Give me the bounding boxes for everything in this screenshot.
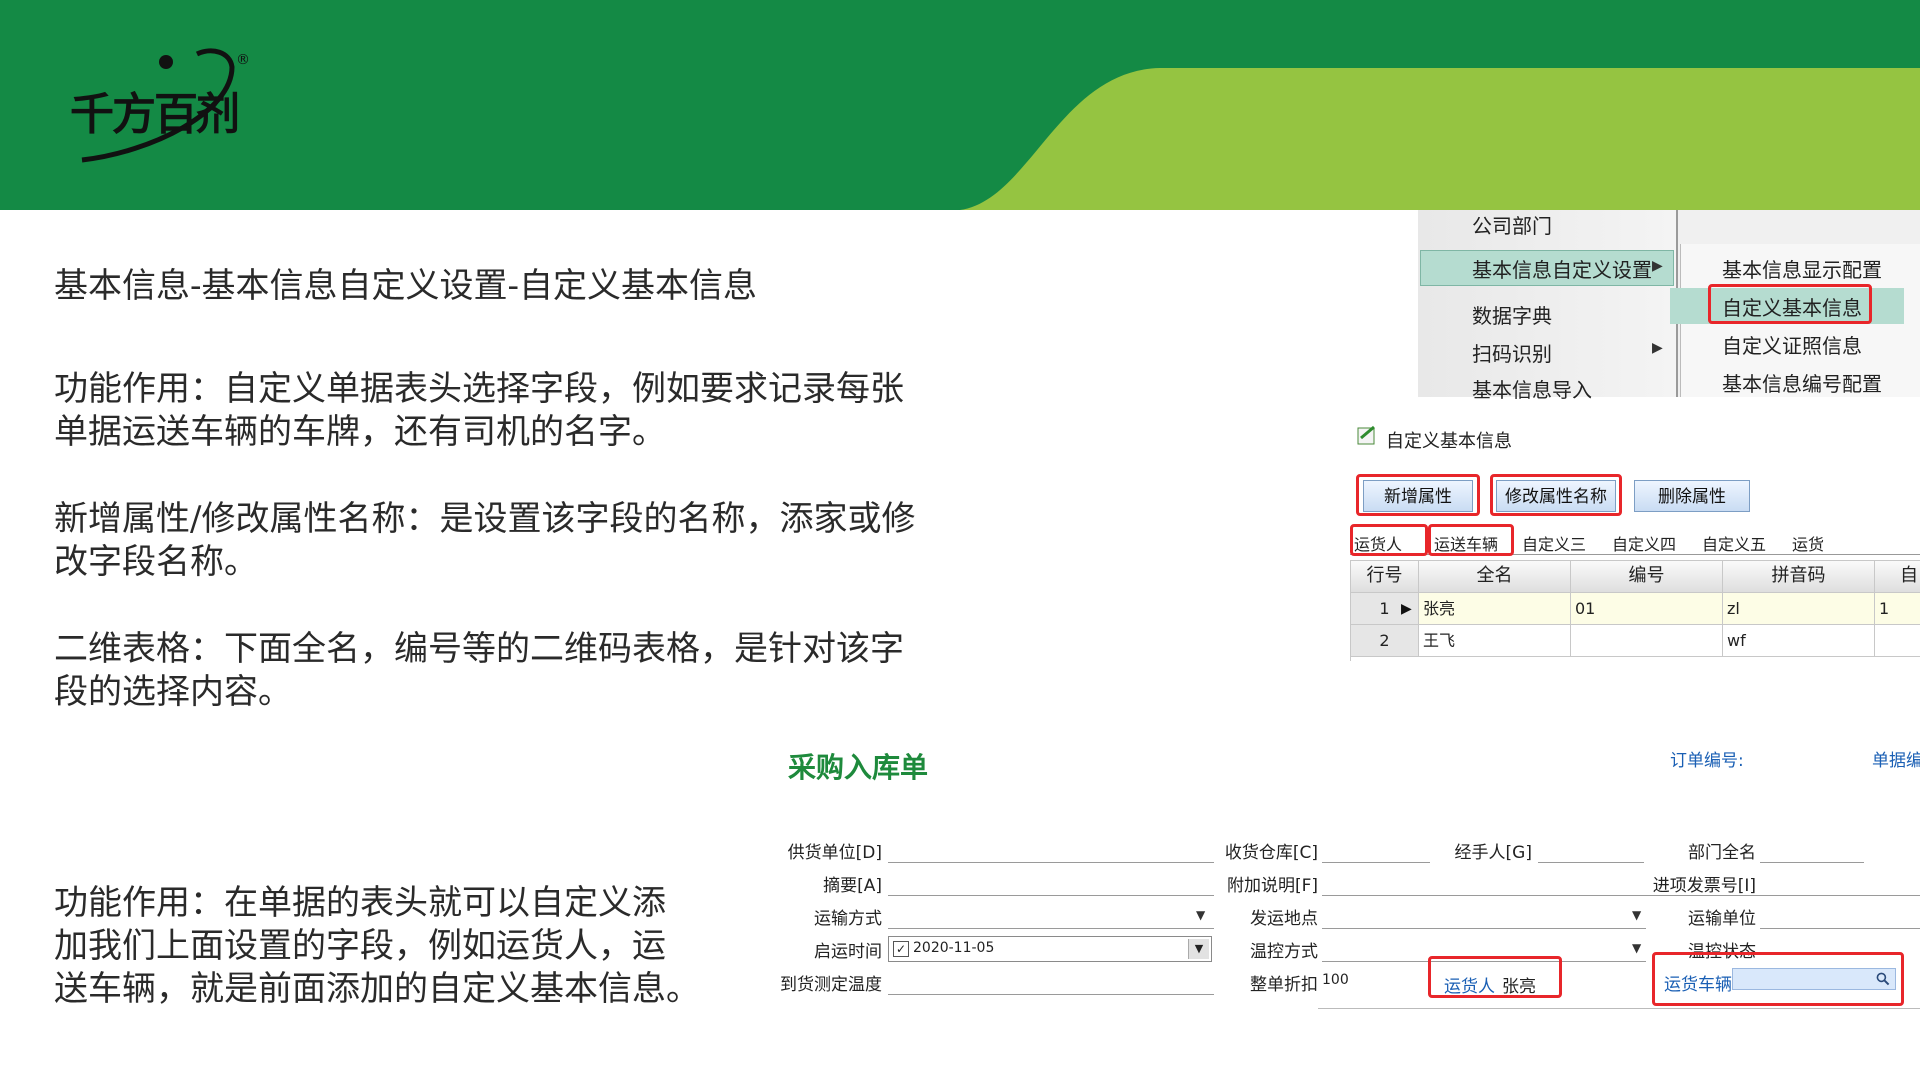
table-cell[interactable] <box>1875 625 1920 657</box>
paragraph-line: 加我们上面设置的字段，例如运货人，运 <box>54 926 666 966</box>
highlight-box <box>1350 524 1428 556</box>
transport-mode-label: 运输方式 <box>814 909 882 929</box>
highlight-box <box>1490 474 1622 516</box>
departure-time-label: 启运时间 <box>814 942 882 962</box>
paragraph-line: 段的选择内容。 <box>54 672 292 712</box>
arrival-temp-input[interactable] <box>888 994 1214 995</box>
warehouse-input[interactable] <box>1322 862 1430 863</box>
note-label: 附加说明[F] <box>1226 876 1318 896</box>
discount-value[interactable]: 100 <box>1322 972 1349 988</box>
table-cell[interactable]: 王飞 <box>1419 625 1571 657</box>
table-cell[interactable]: wf <box>1723 625 1875 657</box>
menu-item-number-config[interactable]: 基本信息编号配置 <box>1722 368 1882 397</box>
tab-custom-4[interactable]: 自定义四 <box>1612 531 1676 555</box>
supplier-label: 供货单位[D] <box>787 843 882 863</box>
table-header[interactable]: 拼音码 <box>1723 561 1875 593</box>
table-cell[interactable]: 1 <box>1875 593 1920 625</box>
tab-transport[interactable]: 运货 <box>1792 531 1824 555</box>
paragraph-purpose: 功能作用：自定义单据表头选择字段，例如要求记录每张 单据运送车辆的车牌，还有司机… <box>54 368 904 454</box>
menu-item-basic-import[interactable]: 基本信息导入 <box>1472 374 1592 403</box>
temp-control-label: 温控方式 <box>1250 942 1318 962</box>
table-cell[interactable]: 01 <box>1571 593 1723 625</box>
ship-from-label: 发运地点 <box>1250 909 1318 929</box>
menu-item-scan[interactable]: 扫码识别 <box>1472 338 1552 367</box>
handler-input[interactable] <box>1538 862 1644 863</box>
menu-item-basic-custom-settings[interactable]: 基本信息自定义设置 <box>1472 254 1652 283</box>
window-title: 自定义基本信息 <box>1386 431 1512 452</box>
highlight-box <box>1652 952 1904 1006</box>
transport-unit-label: 运输单位 <box>1688 909 1756 929</box>
ship-from-select[interactable] <box>1322 928 1646 929</box>
table-header[interactable]: 自 <box>1875 561 1920 593</box>
discount-label: 整单折扣 <box>1250 975 1318 995</box>
note-input[interactable] <box>1322 895 1920 896</box>
menu-item-data-dictionary[interactable]: 数据字典 <box>1472 300 1552 329</box>
departure-date-picker[interactable]: ✓ 2020-11-05 ▼ <box>888 936 1212 962</box>
transport-unit-input[interactable] <box>1760 928 1920 929</box>
highlight-box <box>1708 284 1872 324</box>
tab-custom-3[interactable]: 自定义三 <box>1522 531 1586 555</box>
paragraph-line: 送车辆，就是前面添加的自定义基本信息。 <box>54 969 700 1009</box>
department-label: 部门全名 <box>1688 843 1756 863</box>
paragraph-line: 改字段名称。 <box>54 542 258 582</box>
table-cell[interactable]: zl <box>1723 593 1875 625</box>
checkbox-checked-icon[interactable]: ✓ <box>893 941 909 957</box>
brand-logo-text: 千方百剂 <box>70 89 240 140</box>
paragraph-grid: 二维表格：下面全名，编号等的二维码表格，是针对该字 段的选择内容。 <box>54 628 904 714</box>
paragraph-line: 单据运送车辆的车牌，还有司机的名字。 <box>54 412 666 452</box>
arrival-temp-label: 到货测定温度 <box>780 975 882 995</box>
department-input[interactable] <box>1760 862 1864 863</box>
submenu-arrow-icon: ▶ <box>1652 340 1663 356</box>
summary-label: 摘要[A] <box>823 876 882 896</box>
form-bottom-divider <box>1318 1008 1920 1009</box>
paragraph-line: 功能作用：在单据的表头就可以自定义添 <box>54 883 666 923</box>
table-header[interactable]: 行号 <box>1351 561 1419 593</box>
menu-item-custom-license[interactable]: 自定义证照信息 <box>1722 330 1862 359</box>
paragraph-attribute: 新增属性/修改属性名称：是设置该字段的名称，添家或修 改字段名称。 <box>54 498 915 584</box>
summary-input[interactable] <box>888 895 1214 896</box>
header-banner <box>0 0 1920 210</box>
current-row-icon: ▶ <box>1401 601 1412 617</box>
highlight-box <box>1428 524 1514 556</box>
menu-item-display-config[interactable]: 基本信息显示配置 <box>1722 254 1882 283</box>
paragraph-line: 功能作用：自定义单据表头选择字段，例如要求记录每张 <box>54 369 904 409</box>
row-number: 2 <box>1351 625 1419 657</box>
paragraph-form-purpose: 功能作用：在单据的表头就可以自定义添 加我们上面设置的字段，例如运货人，运 送车… <box>54 882 700 1011</box>
highlight-box <box>1428 956 1562 998</box>
paragraph-line: 二维表格：下面全名，编号等的二维码表格，是针对该字 <box>54 629 904 669</box>
registered-mark: ® <box>236 52 250 68</box>
handler-label: 经手人[G] <box>1454 843 1532 863</box>
order-number-label: 订单编号: <box>1670 751 1744 771</box>
highlight-box <box>1356 474 1480 516</box>
departure-date-value: 2020-11-05 <box>913 940 995 956</box>
table-header[interactable]: 全名 <box>1419 561 1571 593</box>
supplier-input[interactable] <box>888 862 1214 863</box>
menu-item-company-dept[interactable]: 公司部门 <box>1472 210 1552 239</box>
paragraph-line: 新增属性/修改属性名称：是设置该字段的名称，添家或修 <box>54 499 916 539</box>
attribute-table: 行号 全名 编号 拼音码 自 1 ▶ 张亮 01 zl 1 2 王飞 wf <box>1350 560 1920 661</box>
table-header[interactable]: 编号 <box>1571 561 1723 593</box>
table-cell[interactable] <box>1571 625 1723 657</box>
form-title: 采购入库单 <box>788 751 929 784</box>
transport-mode-select[interactable] <box>888 928 1214 929</box>
tab-custom-5[interactable]: 自定义五 <box>1702 531 1766 555</box>
page-heading: 基本信息-基本信息自定义设置-自定义基本信息 <box>54 266 757 306</box>
window-icon <box>1356 424 1378 446</box>
submenu-arrow-icon: ▶ <box>1652 258 1663 274</box>
table-cell[interactable]: 张亮 <box>1419 593 1571 625</box>
invoice-no-label: 进项发票号[I] <box>1652 876 1756 896</box>
warehouse-label: 收货仓库[C] <box>1224 843 1318 863</box>
document-number-label: 单据编 <box>1872 751 1920 771</box>
delete-attribute-button[interactable]: 删除属性 <box>1634 480 1750 512</box>
